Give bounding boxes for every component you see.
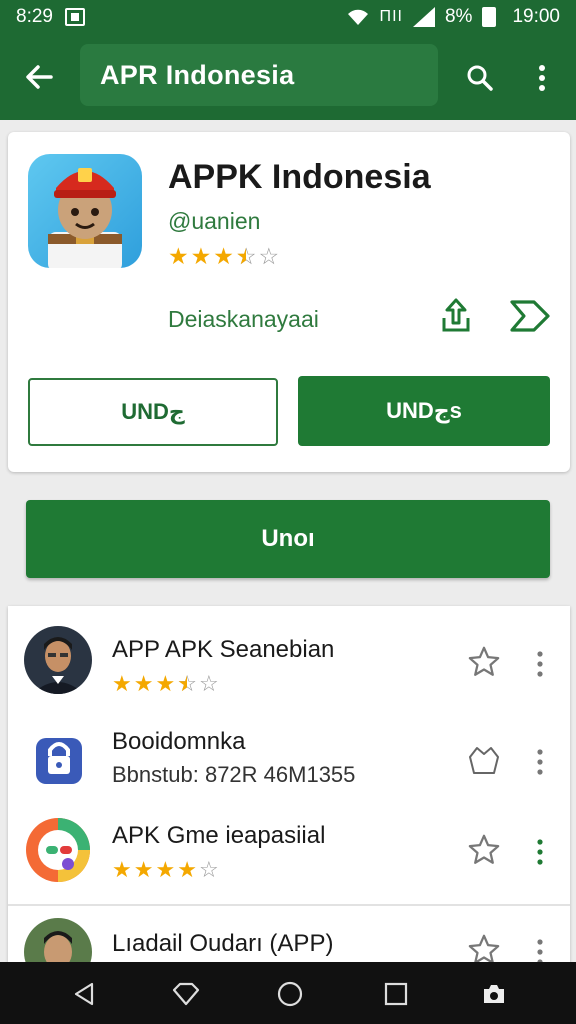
app-detail-card: APPK Indonesia @uanien ★★★☆★☆ Deiaskanay… <box>8 132 570 472</box>
status-time-left: 8:29 <box>16 6 53 27</box>
list-item-title: APK Gme ieapasiial <box>112 822 326 849</box>
status-time-right: 19:00 <box>512 6 560 27</box>
star-half-icon: ☆★ <box>235 243 257 269</box>
item-more-button[interactable] <box>526 832 554 872</box>
nav-assistant-button[interactable] <box>478 978 510 1010</box>
item-more-button[interactable] <box>526 932 554 966</box>
search-button[interactable] <box>458 56 502 100</box>
share-button[interactable] <box>436 296 476 336</box>
status-bar: 8:29 ΠΙΙ 8% 19:00 <box>0 0 576 34</box>
signal-icon <box>412 7 435 27</box>
list-item-subtitle: Bbnstub: 872R 46M1355 <box>112 762 356 787</box>
nav-diamond-button[interactable] <box>170 978 202 1010</box>
list-item-rating: ★ ★ ★ ★ ☆ <box>112 858 219 882</box>
square-recents-icon <box>384 982 408 1006</box>
battery-percent: 8% <box>444 6 473 27</box>
play-store-icon <box>510 300 550 332</box>
star-empty-icon: ☆ <box>198 857 219 882</box>
install-item-button[interactable] <box>464 740 504 780</box>
toolbar-title[interactable]: APR Indonesia <box>80 44 438 106</box>
app-icon <box>28 154 142 268</box>
nav-recents-button[interactable] <box>380 978 412 1010</box>
list-divider <box>8 904 570 906</box>
lock-app-icon <box>24 724 92 792</box>
list-item[interactable]: APK Gme ieapasiial ★ ★ ★ ★ ☆ <box>8 806 570 902</box>
list-item-rating: ★★★☆★☆ <box>112 672 219 696</box>
star-outline-icon <box>468 834 500 864</box>
battery-icon <box>482 7 497 27</box>
star-full-icon: ★ <box>133 671 154 696</box>
install-outline-button[interactable]: UNDج <box>28 378 278 446</box>
more-vert-icon <box>539 65 545 91</box>
star-full-icon: ★ <box>112 671 132 696</box>
basket-icon <box>469 747 499 774</box>
back-button[interactable] <box>0 34 78 120</box>
circle-home-icon <box>277 981 303 1007</box>
app-name: APPK Indonesia <box>168 158 431 196</box>
more-vert-icon <box>537 749 543 775</box>
list-item[interactable]: Booidomnka Bbnstub: 872R 46M1355 <box>8 710 570 806</box>
app-bar: APR Indonesia <box>0 34 576 120</box>
notification-icon <box>64 8 85 26</box>
diamond-icon <box>172 982 200 1006</box>
developer-name[interactable]: @uanien <box>168 208 260 235</box>
arrow-left-icon <box>26 65 53 89</box>
star-full-icon: ★ <box>155 671 176 696</box>
star-outline-icon <box>468 646 500 676</box>
avatar <box>24 918 92 966</box>
item-more-button[interactable] <box>526 644 554 684</box>
messaging-app-icon <box>24 816 92 884</box>
nav-home-button[interactable] <box>274 978 306 1010</box>
star-half-icon: ☆★ <box>177 671 197 696</box>
install-button[interactable]: UNDجs <box>298 376 550 446</box>
search-icon <box>467 65 493 91</box>
camera-icon <box>484 985 504 1003</box>
avatar <box>24 626 92 694</box>
triangle-back-icon <box>74 982 94 1006</box>
list-item-title: APP APK Seanebian <box>112 636 335 663</box>
favorite-button[interactable] <box>464 830 504 870</box>
star-full-icon: ★ <box>177 857 197 882</box>
sim-icon: ΠΙΙ <box>379 8 403 25</box>
list-item[interactable]: Lıadail Oudarı (APP) <box>8 910 570 966</box>
overflow-menu-button[interactable] <box>520 56 564 100</box>
play-store-button[interactable] <box>508 296 552 336</box>
list-item-title: Booidomnka <box>112 728 246 755</box>
related-apps-list: APP APK Seanebian ★★★☆★☆ Booidomnka Bbns… <box>8 606 570 966</box>
star-full-icon: ★ <box>213 243 234 269</box>
description-link[interactable]: Deiaskanayaai <box>168 306 319 333</box>
item-more-button[interactable] <box>526 742 554 782</box>
favorite-button[interactable] <box>464 930 504 966</box>
star-full-icon: ★ <box>133 857 154 882</box>
star-full-icon: ★ <box>168 243 189 269</box>
more-vert-icon <box>537 839 543 865</box>
star-empty-icon: ☆ <box>198 671 219 696</box>
star-empty-icon: ☆ <box>258 243 280 269</box>
list-item[interactable]: APP APK Seanebian ★★★☆★☆ <box>8 612 570 708</box>
main-action-button[interactable]: Unoı <box>26 500 550 578</box>
star-full-icon: ★ <box>155 857 176 882</box>
more-vert-icon <box>537 651 543 677</box>
share-icon <box>442 298 470 332</box>
system-nav-bar <box>0 962 576 1024</box>
list-item-title: Lıadail Oudarı (APP) <box>112 930 334 957</box>
wifi-icon <box>346 8 370 26</box>
favorite-button[interactable] <box>464 642 504 682</box>
nav-back-button[interactable] <box>68 978 100 1010</box>
star-full-icon: ★ <box>190 243 212 269</box>
star-full-icon: ★ <box>112 857 132 882</box>
app-rating-stars: ★★★☆★☆ <box>168 244 279 269</box>
